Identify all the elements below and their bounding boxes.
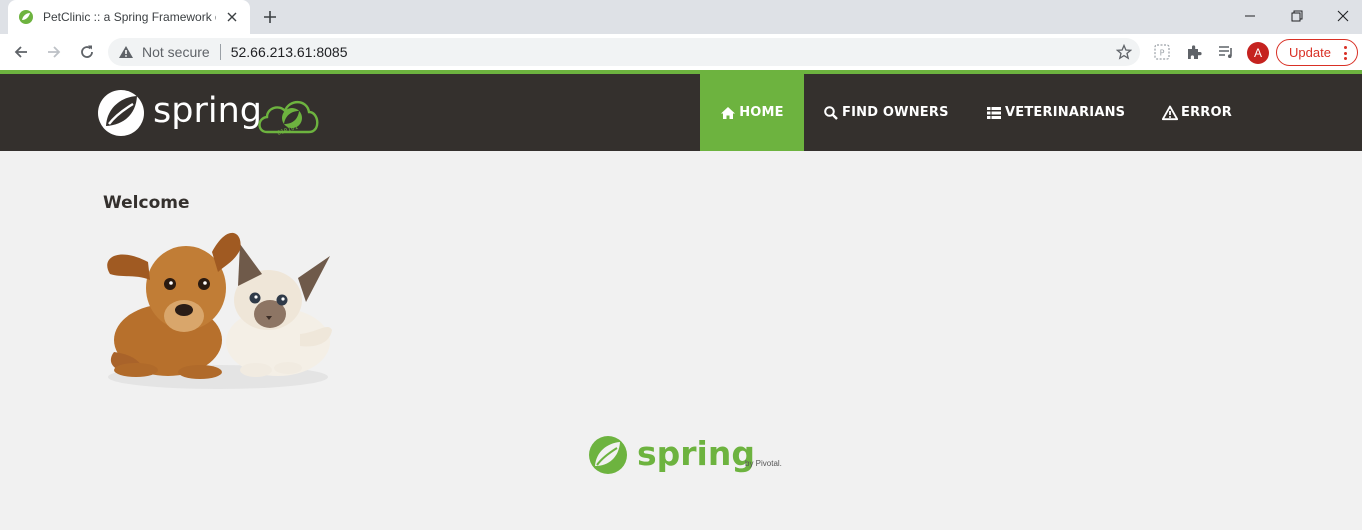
- nav-error[interactable]: ERROR: [1162, 74, 1232, 151]
- browser-tab[interactable]: PetClinic :: a Spring Framework d: [8, 0, 250, 34]
- address-bar[interactable]: Not secure 52.66.213.61:8085: [108, 38, 1140, 66]
- spring-by-pivotal-logo: spring by Pivotal.: [587, 432, 792, 480]
- spring-brand-logo[interactable]: spring 010101: [97, 84, 327, 142]
- media-playlist-icon[interactable]: [1216, 42, 1236, 62]
- nav-veterinarians-label: VETERINARIANS: [1005, 105, 1126, 120]
- list-icon: [986, 105, 1002, 121]
- back-icon[interactable]: [9, 40, 33, 64]
- minimize-icon[interactable]: [1238, 4, 1262, 28]
- nav-find-owners-label: FIND OWNERS: [842, 105, 949, 120]
- warning-triangle-icon[interactable]: [118, 44, 134, 60]
- spring-favicon-icon: [18, 9, 34, 25]
- footer-wordmark: spring: [637, 434, 755, 473]
- tab-close-icon[interactable]: [224, 9, 240, 25]
- footer-tagline: by Pivotal.: [745, 459, 782, 468]
- update-button[interactable]: Update: [1276, 39, 1358, 66]
- pets-image: [100, 222, 340, 392]
- nav-home[interactable]: HOME: [700, 74, 804, 151]
- bookmark-star-icon[interactable]: [1116, 44, 1132, 60]
- svg-text:P: P: [1160, 49, 1165, 58]
- security-label[interactable]: Not secure: [142, 44, 210, 60]
- update-label: Update: [1289, 45, 1331, 60]
- tab-title: PetClinic :: a Spring Framework d: [43, 10, 217, 24]
- reload-icon[interactable]: [75, 40, 99, 64]
- browser-toolbar: Not secure 52.66.213.61:8085 P A Update: [0, 34, 1362, 70]
- url-text[interactable]: 52.66.213.61:8085: [231, 44, 348, 60]
- warning-icon: [1162, 105, 1178, 121]
- nav-veterinarians[interactable]: VETERINARIANS: [986, 74, 1125, 151]
- forward-icon[interactable]: [42, 40, 66, 64]
- new-tab-icon[interactable]: [260, 7, 280, 27]
- profile-avatar[interactable]: A: [1247, 42, 1269, 64]
- brand-wordmark: spring: [153, 91, 262, 131]
- nav-error-label: ERROR: [1181, 105, 1232, 120]
- browser-tabstrip: PetClinic :: a Spring Framework d: [0, 0, 1362, 34]
- home-icon: [720, 105, 736, 121]
- site-navbar: spring 010101 HOME FIND OWNERS VETERINAR…: [0, 74, 1362, 151]
- nav-home-label: HOME: [739, 105, 784, 120]
- more-menu-icon[interactable]: [1343, 46, 1347, 60]
- extensions-puzzle-icon[interactable]: [1184, 42, 1204, 62]
- omnibox-divider: [219, 44, 221, 60]
- extension-pdf-icon[interactable]: P: [1152, 42, 1172, 62]
- search-icon: [823, 105, 839, 121]
- nav-find-owners[interactable]: FIND OWNERS: [823, 74, 949, 151]
- restore-icon[interactable]: [1285, 4, 1309, 28]
- page-title: Welcome: [103, 193, 190, 213]
- close-window-icon[interactable]: [1331, 4, 1355, 28]
